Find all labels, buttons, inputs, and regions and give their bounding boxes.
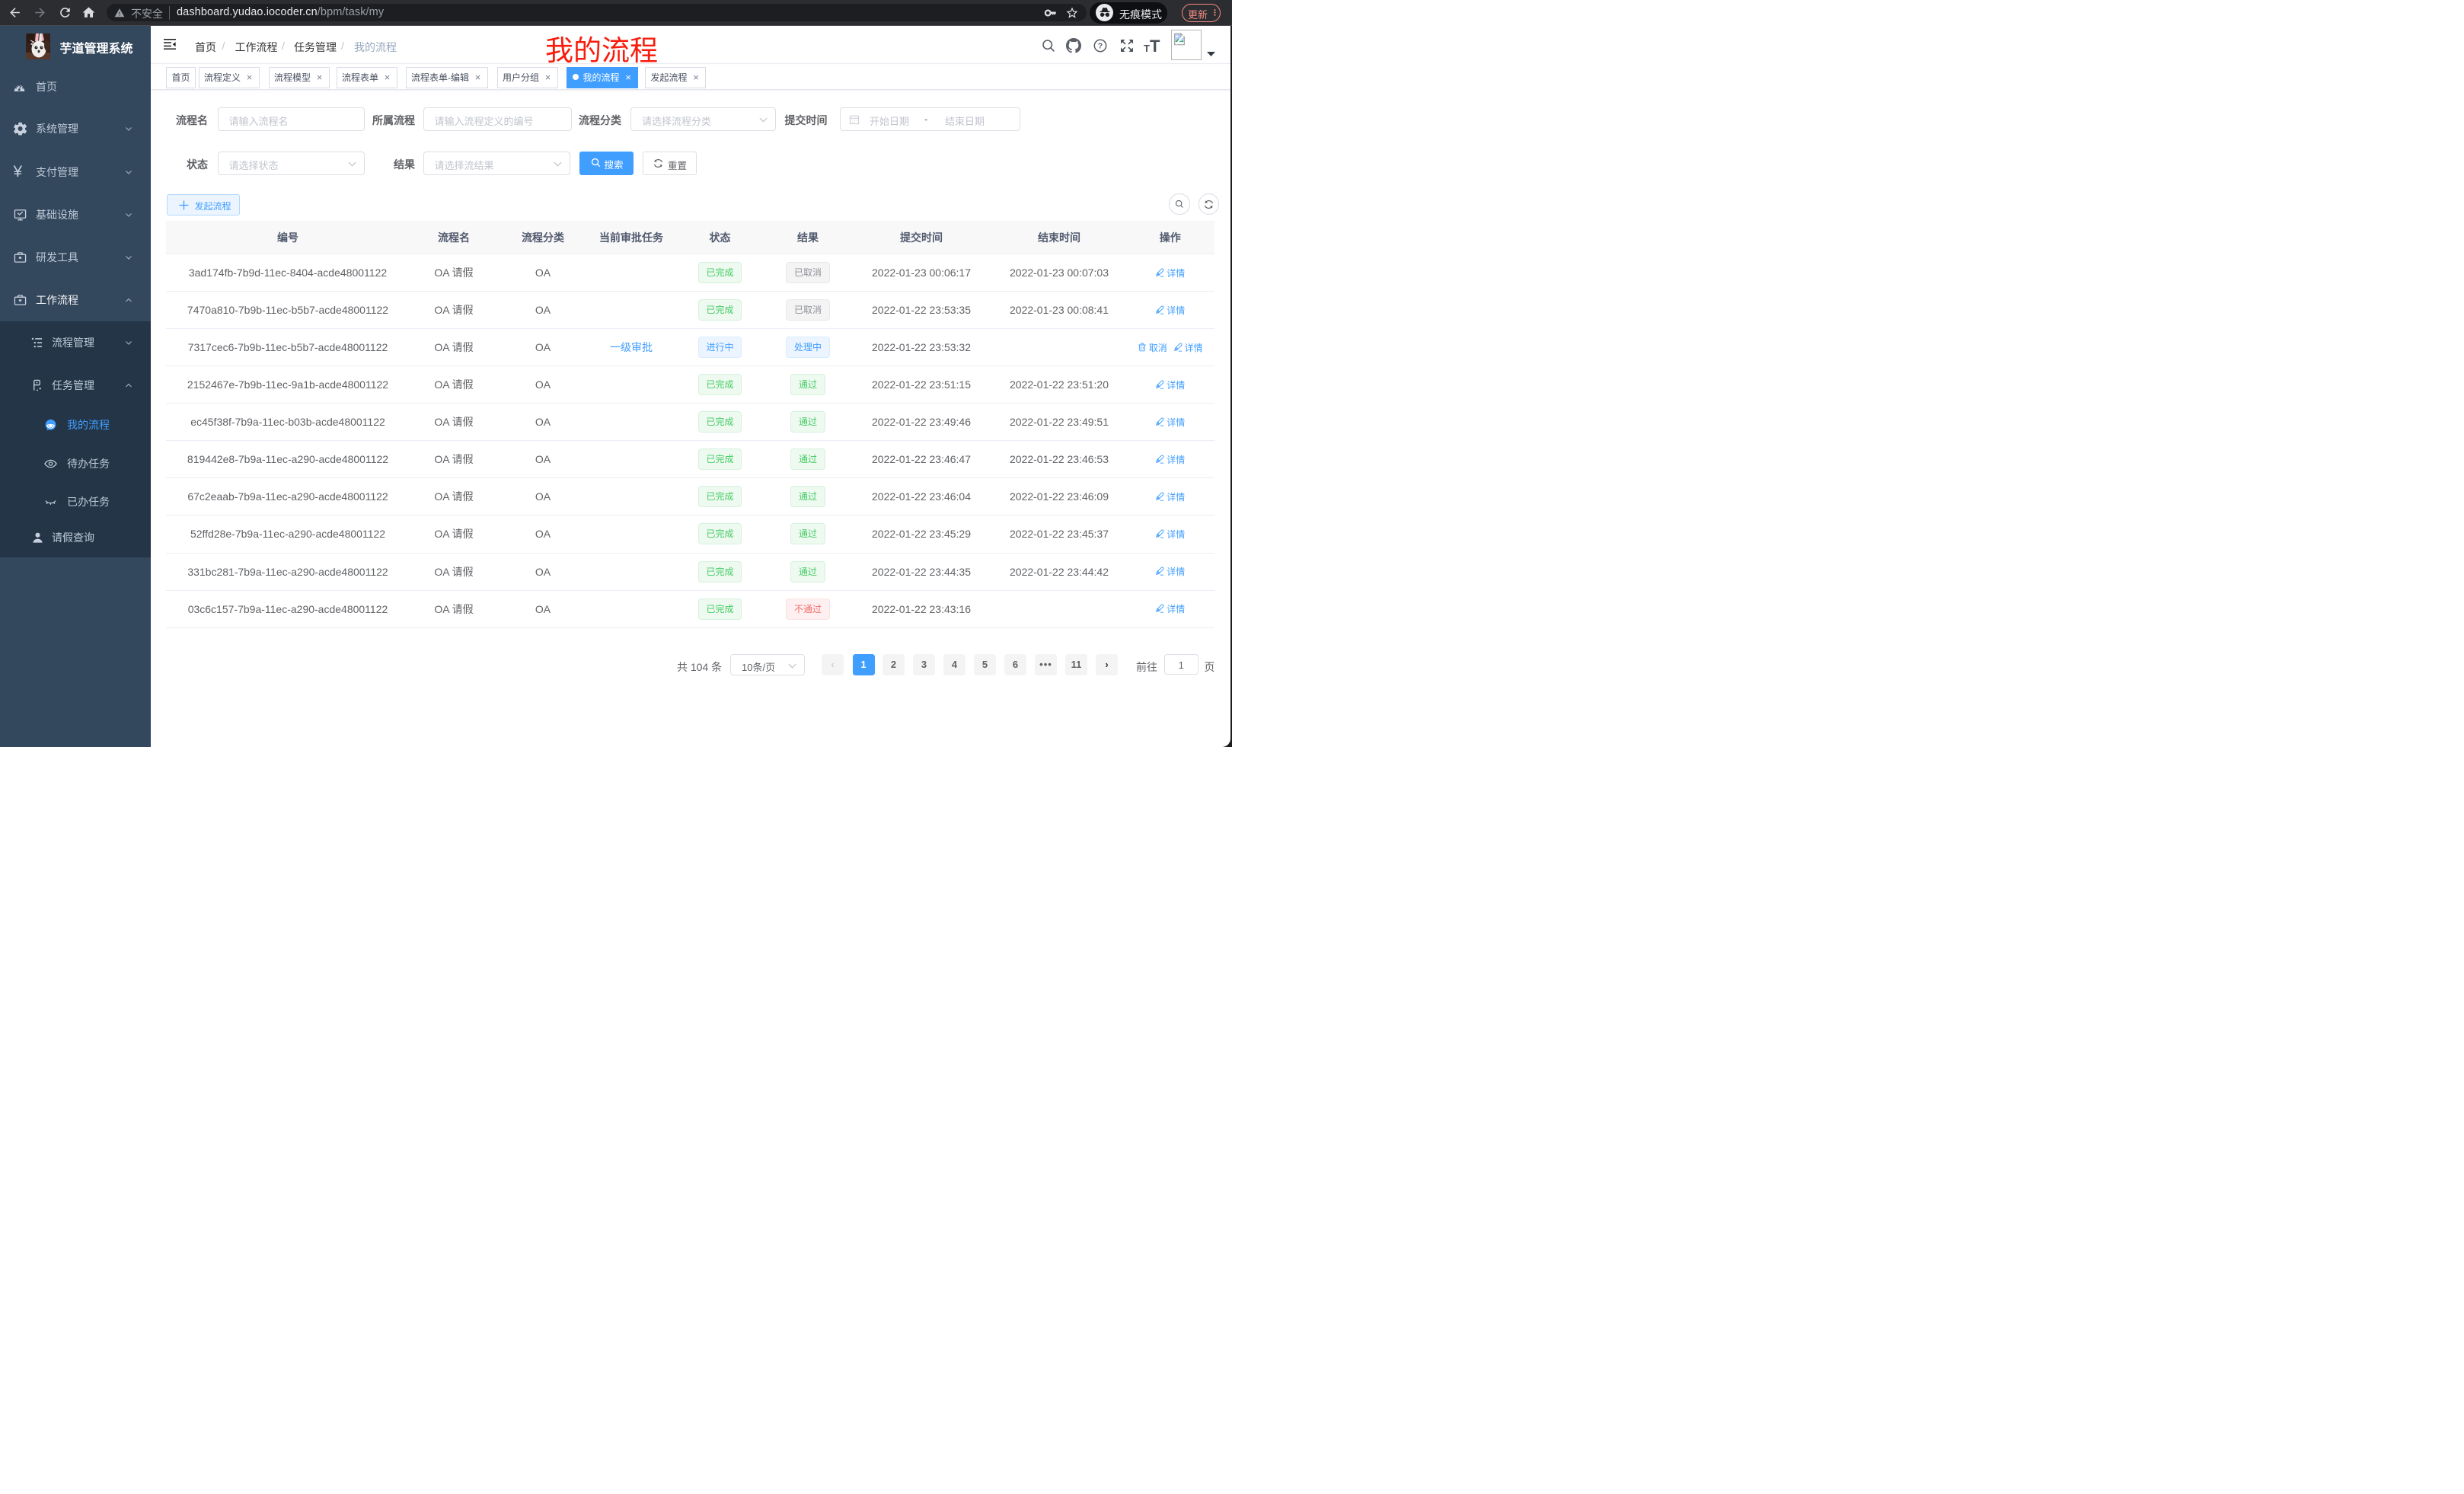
svg-text:?: ? xyxy=(1098,42,1103,51)
